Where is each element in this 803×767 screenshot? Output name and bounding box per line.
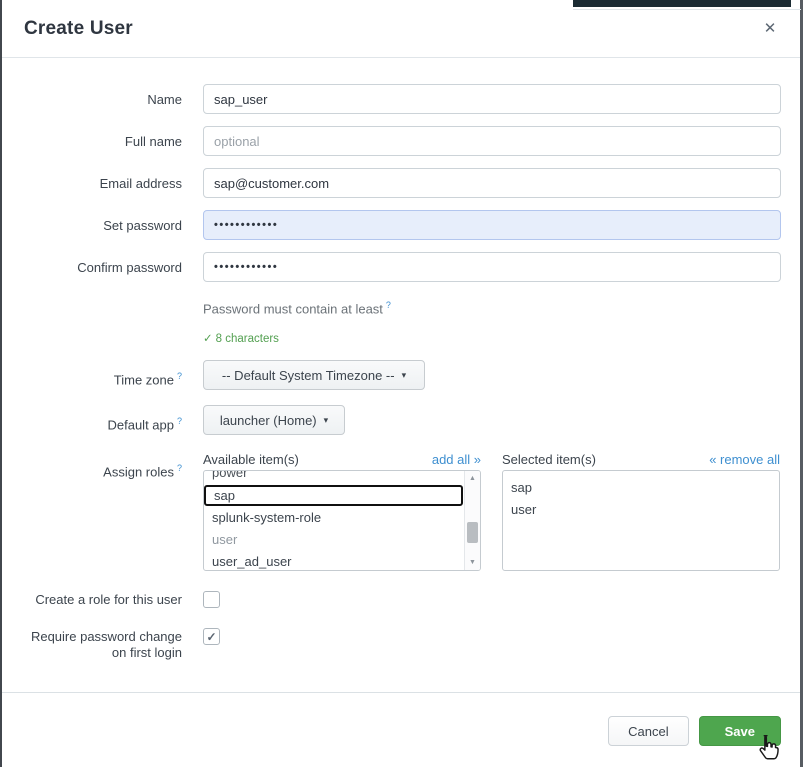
password-requirement-met: ✓8 characters [203,331,803,345]
require-password-change-checkbox[interactable]: ✓ [203,628,220,645]
assign-roles-label: Assign roles? [0,452,182,571]
name-row: Name [0,84,803,114]
create-role-checkbox[interactable] [203,591,220,608]
timezone-row: Time zone? -- Default System Timezone --… [0,360,803,390]
selected-roles-listbox[interactable]: sapuser [502,470,780,571]
save-button[interactable]: Save [699,716,781,746]
role-item[interactable]: sap [503,477,779,499]
password-rules-text: Password must contain at least [203,301,383,316]
selected-roles-panel: Selected item(s) « remove all sapuser [502,452,780,571]
window-left-edge [0,0,2,767]
close-icon[interactable]: ✕ [761,20,779,38]
set-password-label: Set password [0,210,182,240]
selected-roles-list: sapuser [503,471,779,570]
chevron-down-icon: ▾ [402,370,407,381]
role-item[interactable]: sap [204,485,463,506]
available-roles-panel: Available item(s) add all » powersapsplu… [203,452,481,571]
remove-all-link[interactable]: « remove all [709,452,780,467]
create-role-row: Create a role for this user [0,590,803,608]
full-name-input[interactable] [203,126,781,156]
default-app-help-icon[interactable]: ? [177,416,182,426]
email-label: Email address [0,168,182,198]
timezone-help-icon[interactable]: ? [177,371,182,381]
role-item[interactable]: user [204,529,464,551]
background-top-hairline [573,9,801,10]
full-name-row: Full name [0,126,803,156]
cancel-button[interactable]: Cancel [608,716,688,746]
timezone-label-text: Time zone [114,373,174,388]
password-rules-block: Password must contain at least? ✓8 chara… [203,300,803,345]
scroll-up-icon[interactable]: ▲ [465,471,480,486]
available-items-header: Available item(s) [203,452,299,467]
create-role-label: Create a role for this user [0,590,182,608]
require-password-change-row: Require password change on first login ✓ [0,627,803,661]
page-title: Create User [24,18,133,40]
password-rules-help-icon[interactable]: ? [386,300,391,310]
default-app-row: Default app? launcher (Home) ▾ [0,405,803,435]
scrollbar[interactable]: ▲ ▼ [464,471,480,570]
set-password-input[interactable] [203,210,781,240]
set-password-row: Set password [0,210,803,240]
confirm-password-input[interactable] [203,252,781,282]
checkmark-icon: ✓ [206,630,216,644]
default-app-label-text: Default app [107,418,174,433]
name-input[interactable] [203,84,781,114]
selected-items-header: Selected item(s) [502,452,596,467]
assign-roles-row: Assign roles? Available item(s) add all … [0,452,803,571]
scrollbar-track[interactable] [465,486,480,555]
check-icon: ✓ [203,333,213,345]
role-item[interactable]: user_ad_user [204,551,464,570]
background-top-bar [573,0,791,7]
add-all-link[interactable]: add all » [432,452,481,467]
scroll-down-icon[interactable]: ▼ [465,555,480,570]
require-password-change-line1: Require password change [0,629,182,645]
email-field[interactable] [203,168,781,198]
password-rules-intro: Password must contain at least? [203,300,803,316]
scrollbar-thumb[interactable] [467,522,478,543]
role-item[interactable]: power [204,471,464,484]
name-label: Name [0,84,182,114]
role-item[interactable]: user [503,499,779,521]
email-row: Email address [0,168,803,198]
role-item[interactable]: splunk-system-role [204,507,464,529]
timezone-value: -- Default System Timezone -- [222,368,395,383]
modal-body: Name Full name Email address Set passwor… [0,58,803,661]
default-app-value: launcher (Home) [220,413,317,428]
timezone-label: Time zone? [0,360,182,390]
assign-roles-help-icon[interactable]: ? [177,463,182,473]
chevron-down-icon: ▾ [324,415,329,426]
require-password-change-line2: on first login [0,645,182,661]
assign-roles-label-text: Assign roles [103,465,174,480]
create-user-modal: Create User ✕ Name Full name Email addre… [0,0,803,661]
confirm-password-label: Confirm password [0,252,182,282]
default-app-label: Default app? [0,405,182,435]
requirement-text: 8 characters [216,333,279,345]
available-roles-listbox[interactable]: powersapsplunk-system-roleuseruser_ad_us… [203,470,481,571]
available-roles-list: powersapsplunk-system-roleuseruser_ad_us… [204,471,464,570]
modal-footer: Cancel Save [0,692,803,767]
confirm-password-row: Confirm password [0,252,803,282]
full-name-label: Full name [0,126,182,156]
require-password-change-label: Require password change on first login [0,627,182,661]
default-app-dropdown[interactable]: launcher (Home) ▾ [203,405,345,435]
timezone-dropdown[interactable]: -- Default System Timezone -- ▾ [203,360,425,390]
